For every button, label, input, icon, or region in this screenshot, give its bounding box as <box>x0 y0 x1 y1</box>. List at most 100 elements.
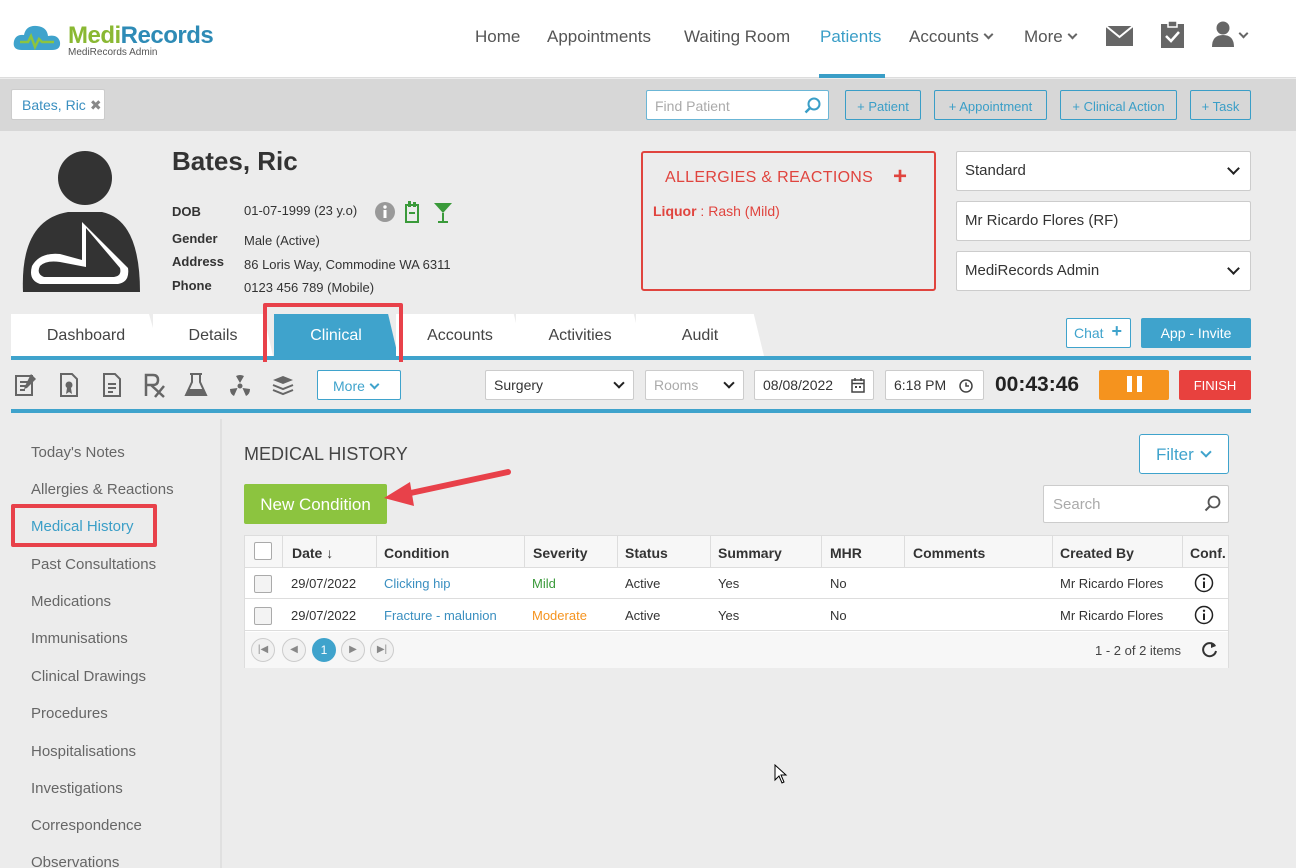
new-condition-button[interactable]: New Condition <box>244 484 387 524</box>
cell-condition-link[interactable]: Clicking hip <box>384 576 450 591</box>
cocktail-glass-icon[interactable] <box>433 201 453 223</box>
column-confidential[interactable]: Conf. <box>1190 545 1226 561</box>
add-clinical-action-button[interactable]: + Clinical Action <box>1060 90 1177 120</box>
table-row[interactable]: 29/07/2022 Fracture - malunion Moderate … <box>245 600 1228 631</box>
sidebar-item-correspondence[interactable]: Correspondence <box>31 817 142 834</box>
billing-type-select[interactable]: Standard <box>956 151 1251 191</box>
column-condition[interactable]: Condition <box>384 545 449 561</box>
find-patient-input[interactable]: Find Patient <box>646 90 829 120</box>
search-icon[interactable] <box>804 97 822 115</box>
open-patient-tab[interactable]: Bates, Ric ✖ <box>11 89 105 120</box>
pause-button[interactable] <box>1099 370 1169 400</box>
info-icon[interactable] <box>375 202 395 222</box>
add-allergy-icon[interactable]: + <box>893 163 907 191</box>
sidebar-item-todays-notes[interactable]: Today's Notes <box>31 444 125 461</box>
column-separator <box>1052 536 1053 568</box>
certificate-icon[interactable] <box>56 372 82 398</box>
column-severity[interactable]: Severity <box>533 545 587 561</box>
sidebar-item-investigations[interactable]: Investigations <box>31 780 123 797</box>
table-header: Date ↓ Condition Severity Status Summary… <box>245 536 1228 568</box>
column-date[interactable]: Date ↓ <box>292 545 333 561</box>
location-select[interactable]: Surgery <box>485 370 634 400</box>
nav-patients[interactable]: Patients <box>820 27 881 47</box>
radiology-icon[interactable] <box>227 372 253 398</box>
column-summary[interactable]: Summary <box>718 545 782 561</box>
tab-accounts[interactable]: Accounts <box>396 314 524 356</box>
cigarette-pack-icon[interactable] <box>405 201 419 223</box>
sidebar-item-clinical-drawings[interactable]: Clinical Drawings <box>31 668 146 685</box>
document-icon[interactable] <box>99 372 125 398</box>
nav-more[interactable]: More <box>1024 27 1078 47</box>
info-circle-icon[interactable] <box>1194 573 1214 593</box>
tab-dashboard[interactable]: Dashboard <box>11 314 161 356</box>
user-menu[interactable] <box>1212 21 1252 49</box>
sidebar-item-medications[interactable]: Medications <box>31 593 111 610</box>
select-all-checkbox[interactable] <box>254 542 272 560</box>
tab-bar-underline <box>11 356 1251 360</box>
column-created-by[interactable]: Created By <box>1060 545 1134 561</box>
prescription-icon[interactable] <box>142 372 168 398</box>
add-patient-button[interactable]: + Patient <box>845 90 921 120</box>
row-checkbox[interactable] <box>254 607 272 625</box>
column-comments[interactable]: Comments <box>913 545 985 561</box>
chevron-down-icon <box>1067 29 1078 40</box>
more-tools-button[interactable]: More <box>317 370 401 400</box>
nav-waiting-room[interactable]: Waiting Room <box>684 27 790 47</box>
clock-icon[interactable] <box>959 379 973 393</box>
add-appointment-button[interactable]: + Appointment <box>934 90 1047 120</box>
cell-status: Active <box>625 576 661 591</box>
column-mhr[interactable]: MHR <box>830 545 862 561</box>
annotation-arrow <box>384 469 511 506</box>
calendar-icon[interactable] <box>851 378 865 393</box>
nav-appointments[interactable]: Appointments <box>547 27 651 47</box>
consultation-timer: 00:43:46 <box>995 373 1080 396</box>
sidebar-item-past-consultations[interactable]: Past Consultations <box>31 556 156 573</box>
tab-activities[interactable]: Activities <box>516 314 644 356</box>
pathology-flask-icon[interactable] <box>183 372 209 398</box>
mail-icon[interactable] <box>1106 26 1133 46</box>
close-icon[interactable]: ✖ <box>90 97 102 113</box>
rooms-select[interactable]: Rooms <box>645 370 744 400</box>
sidebar-item-allergies[interactable]: Allergies & Reactions <box>31 481 174 498</box>
clipboard-check-icon[interactable] <box>1160 21 1185 48</box>
tab-details[interactable]: Details <box>153 314 273 356</box>
nav-accounts[interactable]: Accounts <box>909 27 994 47</box>
page-number-button[interactable]: 1 <box>312 638 336 662</box>
sidebar-item-procedures[interactable]: Procedures <box>31 705 108 722</box>
chat-button[interactable]: Chat + <box>1066 318 1131 348</box>
practitioner-field[interactable]: Mr Ricardo Flores (RF) <box>956 201 1251 241</box>
refresh-icon[interactable] <box>1201 641 1218 658</box>
notes-icon[interactable] <box>13 372 39 398</box>
time-input[interactable]: 6:18 PM <box>885 370 984 400</box>
allergies-panel: ALLERGIES & REACTIONS + Liquor : Rash (M… <box>641 151 936 291</box>
filter-label: Filter <box>1156 445 1194 464</box>
table-row[interactable]: 29/07/2022 Clicking hip Mild Active Yes … <box>245 568 1228 599</box>
row-checkbox[interactable] <box>254 575 272 593</box>
cell-condition-link[interactable]: Fracture - malunion <box>384 608 497 623</box>
column-status[interactable]: Status <box>625 545 668 561</box>
search-icon[interactable] <box>1204 495 1222 513</box>
sidebar-item-observations[interactable]: Observations <box>31 854 119 868</box>
sidebar-item-immunisations[interactable]: Immunisations <box>31 630 128 647</box>
dob-label: DOB <box>172 204 201 219</box>
first-page-icon[interactable]: |◀ <box>251 638 275 662</box>
prev-page-icon[interactable]: ◀ <box>282 638 306 662</box>
education-books-icon[interactable] <box>270 372 296 398</box>
medirecords-logo[interactable]: MediRecords MediRecords Admin <box>12 20 242 64</box>
last-page-icon[interactable]: ▶| <box>370 638 394 662</box>
add-task-button[interactable]: + Task <box>1190 90 1251 120</box>
next-page-icon[interactable]: ▶ <box>341 638 365 662</box>
cell-severity: Mild <box>532 576 556 591</box>
practice-select[interactable]: MediRecords Admin <box>956 251 1251 291</box>
address-value: 86 Loris Way, Commodine WA 6311 <box>244 257 451 272</box>
tab-audit[interactable]: Audit <box>636 314 764 356</box>
finish-button[interactable]: FINISH <box>1179 370 1251 400</box>
sidebar-item-hospitalisations[interactable]: Hospitalisations <box>31 743 136 760</box>
nav-home[interactable]: Home <box>475 27 520 47</box>
allergy-item[interactable]: Liquor : Rash (Mild) <box>653 203 780 219</box>
date-input[interactable]: 08/08/2022 <box>754 370 874 400</box>
app-invite-button[interactable]: App - Invite <box>1141 318 1251 348</box>
filter-button[interactable]: Filter <box>1139 434 1229 474</box>
search-input[interactable]: Search <box>1043 485 1229 523</box>
info-circle-icon[interactable] <box>1194 605 1214 625</box>
